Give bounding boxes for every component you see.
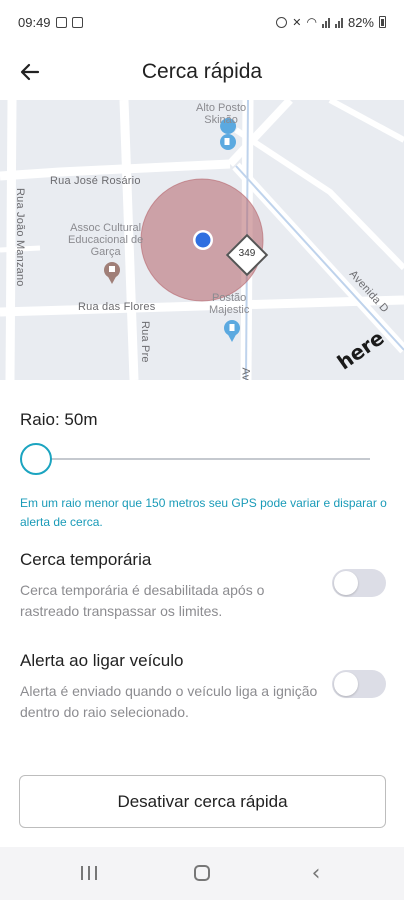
map-roads — [0, 100, 404, 380]
battery-level: 82% — [347, 14, 374, 30]
slider-track — [36, 458, 370, 460]
deactivate-quick-fence-button[interactable]: Desativar cerca rápida — [19, 775, 386, 828]
temporary-fence-title: Cerca temporária — [20, 550, 152, 569]
street-label-av: Av — [239, 367, 252, 380]
ignition-alert-toggle[interactable] — [332, 670, 386, 698]
status-time: 09:49 — [18, 14, 51, 30]
culture-pin-icon — [104, 262, 120, 284]
recents-icon[interactable] — [69, 859, 109, 887]
status-bar: 09:49 ✕ ◠ 82% — [0, 0, 404, 44]
temporary-fence-toggle[interactable] — [332, 569, 386, 597]
street-label-rua-jose-rosario: Rua José Rosário — [50, 175, 141, 187]
location-marker — [195, 232, 211, 248]
home-icon[interactable] — [182, 859, 222, 887]
signal-icon-2 — [334, 17, 343, 28]
fuel-pin-icon-2 — [224, 320, 240, 342]
gallery-notification-icon — [55, 16, 67, 28]
toggle-knob — [334, 672, 358, 696]
poi-label-assoc-cultural: Assoc Cultural Educacional de Garça — [68, 222, 144, 258]
poi-label-alto-posto: Alto Posto Skinão — [196, 102, 247, 126]
battery-icon — [379, 16, 386, 28]
mute-icon: ✕ — [292, 16, 302, 29]
street-label-rua-joao-manzano: Rua João Manzano — [14, 188, 26, 287]
system-nav-bar: ‹ — [0, 847, 404, 900]
street-label-rua-pre: Rua Pre — [139, 321, 151, 363]
app-notification-icon — [71, 16, 83, 28]
gps-variance-hint: Em um raio menor que 150 metros seu GPS … — [20, 496, 387, 529]
map-view[interactable]: Rua José Rosário Rua das Flores Rua João… — [0, 100, 404, 380]
app-bar: Cerca rápida — [0, 44, 404, 100]
poi-label-postao-majestic: Postão Majestic — [209, 292, 250, 316]
ignition-alert-description: Alerta é enviado quando o veículo liga a… — [20, 683, 318, 720]
toggle-knob — [334, 571, 358, 595]
radius-slider[interactable] — [20, 442, 370, 476]
temporary-fence-description: Cerca temporária é desabilitada após o r… — [20, 582, 265, 619]
radius-label: Raio: 50m — [20, 410, 98, 429]
wifi-icon: ◠ — [306, 15, 317, 29]
route-number: 349 — [238, 248, 256, 259]
back-chevron-icon[interactable]: ‹ — [296, 859, 336, 887]
page-title: Cerca rápida — [141, 60, 263, 83]
ignition-alert-title: Alerta ao ligar veículo — [20, 651, 184, 670]
alarm-icon — [276, 16, 288, 28]
street-label-rua-das-flores: Rua das Flores — [78, 301, 156, 313]
signal-icon — [321, 17, 330, 28]
slider-thumb[interactable] — [20, 443, 52, 475]
